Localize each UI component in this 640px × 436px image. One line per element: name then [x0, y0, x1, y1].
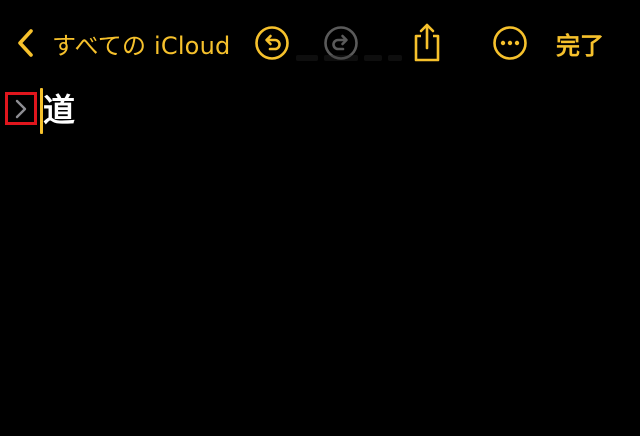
undo-button[interactable] — [253, 24, 291, 62]
note-heading[interactable]: 道 — [43, 89, 75, 131]
chevron-left-icon — [18, 29, 33, 57]
share-icon — [414, 23, 440, 62]
faint-ghost-artifact — [296, 55, 406, 65]
more-button[interactable] — [491, 24, 529, 62]
share-button[interactable] — [408, 20, 446, 64]
back-button-label: すべての iCloud — [52, 31, 231, 60]
ellipsis-circle-icon — [493, 26, 527, 60]
chevron-right-icon — [15, 99, 27, 118]
done-button[interactable]: 完了 — [556, 26, 604, 60]
back-button[interactable]: すべての iCloud — [14, 24, 230, 62]
note-body[interactable]: 道 — [0, 80, 640, 436]
notes-editor-screen: すべての iCloud 完了 道 — [0, 0, 640, 436]
undo-icon — [255, 26, 289, 60]
collapse-section-button[interactable] — [5, 92, 37, 125]
